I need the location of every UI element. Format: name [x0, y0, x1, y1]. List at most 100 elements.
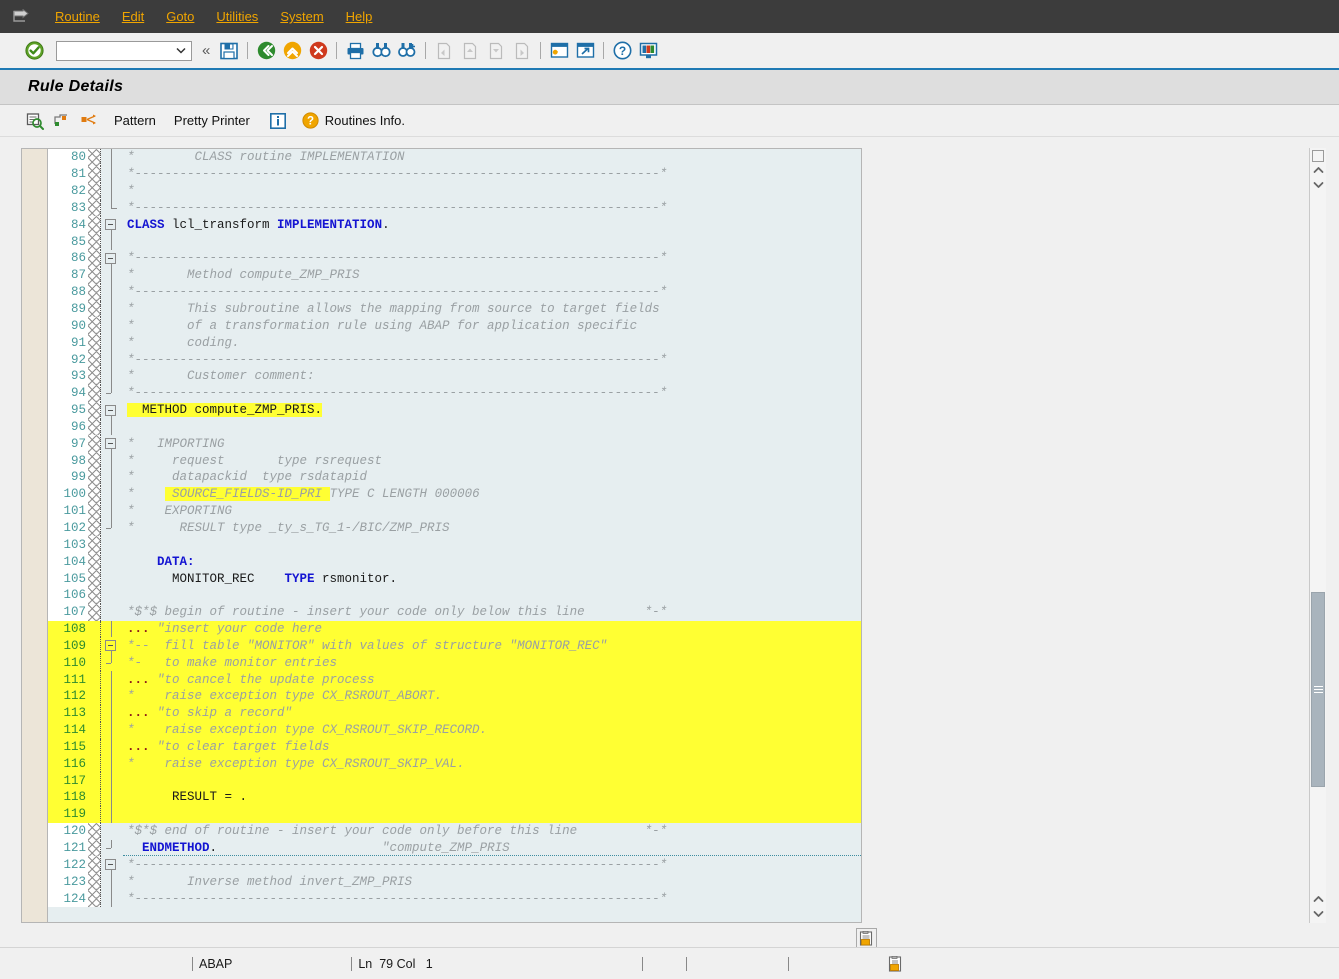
- code-line[interactable]: 82*: [48, 183, 861, 200]
- code-line[interactable]: 112* raise exception type CX_RSROUT_ABOR…: [48, 688, 861, 705]
- fold-column[interactable]: [101, 351, 123, 368]
- expand-icon[interactable]: [78, 110, 100, 132]
- code-line[interactable]: 92*-------------------------------------…: [48, 351, 861, 368]
- fold-toggle-icon[interactable]: [105, 640, 116, 651]
- code-text[interactable]: ... "to skip a record": [123, 705, 861, 722]
- code-line[interactable]: 118 RESULT = .: [48, 789, 861, 806]
- insert-icon[interactable]: [51, 110, 73, 132]
- fold-column[interactable]: [101, 840, 123, 857]
- code-line[interactable]: 104 DATA:: [48, 553, 861, 570]
- fold-column[interactable]: [101, 469, 123, 486]
- code-text[interactable]: * Customer comment:: [123, 368, 861, 385]
- fold-column[interactable]: [101, 435, 123, 452]
- save-icon[interactable]: [217, 39, 241, 63]
- code-text[interactable]: *---------------------------------------…: [123, 200, 861, 217]
- code-text[interactable]: [123, 806, 861, 823]
- code-line[interactable]: 113... "to skip a record": [48, 705, 861, 722]
- fold-column[interactable]: [101, 587, 123, 604]
- fold-column[interactable]: [101, 385, 123, 402]
- create-session-icon[interactable]: [547, 39, 571, 63]
- exit-arrow-icon[interactable]: [8, 6, 34, 28]
- fold-toggle-icon[interactable]: [105, 219, 116, 230]
- code-line[interactable]: 88*-------------------------------------…: [48, 284, 861, 301]
- fold-column[interactable]: [101, 284, 123, 301]
- fold-column[interactable]: [101, 368, 123, 385]
- code-text[interactable]: CLASS lcl_transform IMPLEMENTATION.: [123, 216, 861, 233]
- status-clipboard-icon[interactable]: [888, 956, 903, 972]
- last-page-icon[interactable]: [510, 39, 534, 63]
- code-text[interactable]: ... "to cancel the update process: [123, 671, 861, 688]
- code-text[interactable]: ENDMETHOD. "compute_ZMP_PRIS: [123, 840, 861, 857]
- code-line[interactable]: 91* coding.: [48, 334, 861, 351]
- code-text[interactable]: * EXPORTING: [123, 503, 861, 520]
- code-text[interactable]: * raise exception type CX_RSROUT_ABORT.: [123, 688, 861, 705]
- code-line[interactable]: 107*$*$ begin of routine - insert your c…: [48, 604, 861, 621]
- code-text[interactable]: *$*$ begin of routine - insert your code…: [123, 604, 861, 621]
- fold-column[interactable]: [101, 553, 123, 570]
- menu-item-routine[interactable]: Routine: [44, 5, 111, 28]
- fold-column[interactable]: [101, 200, 123, 217]
- code-text[interactable]: *-- fill table "MONITOR" with values of …: [123, 637, 861, 654]
- exit-yellow-icon[interactable]: [280, 39, 304, 63]
- code-lines-container[interactable]: 80* CLASS routine IMPLEMENTATION81*-----…: [48, 149, 861, 922]
- fold-column[interactable]: [101, 570, 123, 587]
- code-text[interactable]: *---------------------------------------…: [123, 166, 861, 183]
- scroll-down-arrow-icon[interactable]: [1310, 906, 1326, 921]
- code-text[interactable]: * of a transformation rule using ABAP fo…: [123, 317, 861, 334]
- code-text[interactable]: [123, 419, 861, 436]
- menu-item-utilities[interactable]: Utilities: [205, 5, 269, 28]
- code-text[interactable]: *---------------------------------------…: [123, 856, 861, 873]
- code-text[interactable]: *---------------------------------------…: [123, 284, 861, 301]
- code-text[interactable]: [123, 233, 861, 250]
- code-text[interactable]: *---------------------------------------…: [123, 890, 861, 907]
- question-orange-icon[interactable]: ?: [300, 110, 322, 132]
- pretty-printer-button[interactable]: Pretty Printer: [165, 110, 259, 131]
- fold-column[interactable]: [101, 755, 123, 772]
- code-line[interactable]: 95 METHOD compute_ZMP_PRIS.: [48, 402, 861, 419]
- code-text[interactable]: * This subroutine allows the mapping fro…: [123, 301, 861, 318]
- next-page-icon[interactable]: [484, 39, 508, 63]
- code-line[interactable]: 98* request type rsrequest: [48, 452, 861, 469]
- fold-column[interactable]: [101, 890, 123, 907]
- find-icon[interactable]: [369, 39, 393, 63]
- fold-column[interactable]: [101, 503, 123, 520]
- scroll-down-arrow-icon-top[interactable]: [1310, 177, 1326, 192]
- fold-column[interactable]: [101, 317, 123, 334]
- fold-column[interactable]: [101, 419, 123, 436]
- menu-item-edit[interactable]: Edit: [111, 5, 155, 28]
- fold-column[interactable]: [101, 671, 123, 688]
- code-text[interactable]: *$*$ end of routine - insert your code o…: [123, 823, 861, 840]
- fold-column[interactable]: [101, 806, 123, 823]
- fold-column[interactable]: [101, 267, 123, 284]
- code-line[interactable]: 81*-------------------------------------…: [48, 166, 861, 183]
- code-text[interactable]: * datapackid type rsdatapid: [123, 469, 861, 486]
- fold-column[interactable]: [101, 301, 123, 318]
- fold-column[interactable]: [101, 705, 123, 722]
- help-icon[interactable]: ?: [610, 39, 634, 63]
- code-line[interactable]: 122*------------------------------------…: [48, 856, 861, 873]
- check-syntax-icon[interactable]: [24, 110, 46, 132]
- fold-column[interactable]: [101, 637, 123, 654]
- code-text[interactable]: *---------------------------------------…: [123, 385, 861, 402]
- code-line[interactable]: 100* SOURCE_FIELDS-ID_PRI TYPE C LENGTH …: [48, 486, 861, 503]
- code-text[interactable]: * coding.: [123, 334, 861, 351]
- code-line[interactable]: 90* of a transformation rule using ABAP …: [48, 317, 861, 334]
- code-line[interactable]: 96: [48, 419, 861, 436]
- code-text[interactable]: RESULT = .: [123, 789, 861, 806]
- code-line[interactable]: 94*-------------------------------------…: [48, 385, 861, 402]
- code-line[interactable]: 109*-- fill table "MONITOR" with values …: [48, 637, 861, 654]
- code-line[interactable]: 83*-------------------------------------…: [48, 200, 861, 217]
- print-icon[interactable]: [343, 39, 367, 63]
- menu-item-help[interactable]: Help: [335, 5, 384, 28]
- editor-vertical-scrollbar[interactable]: [1309, 148, 1326, 923]
- menu-item-system[interactable]: System: [269, 5, 334, 28]
- menu-item-goto[interactable]: Goto: [155, 5, 205, 28]
- code-line[interactable]: 121 ENDMETHOD. "compute_ZMP_PRIS: [48, 840, 861, 857]
- code-line[interactable]: 123* Inverse method invert_ZMP_PRIS: [48, 873, 861, 890]
- double-chevron-left-icon[interactable]: «: [202, 42, 210, 59]
- code-line[interactable]: 116* raise exception type CX_RSROUT_SKIP…: [48, 755, 861, 772]
- code-text[interactable]: *---------------------------------------…: [123, 250, 861, 267]
- shortcut-icon[interactable]: [573, 39, 597, 63]
- fold-toggle-icon[interactable]: [105, 438, 116, 449]
- fold-column[interactable]: [101, 536, 123, 553]
